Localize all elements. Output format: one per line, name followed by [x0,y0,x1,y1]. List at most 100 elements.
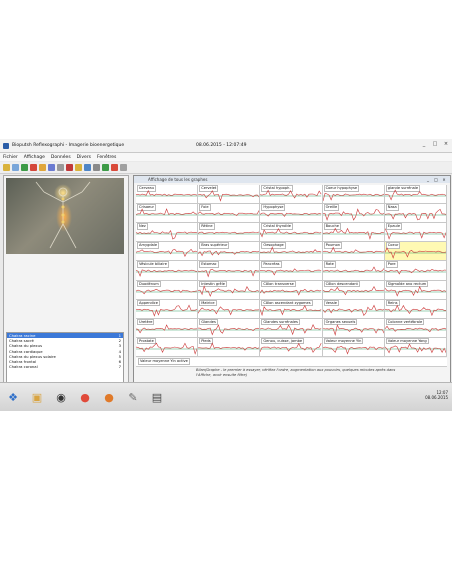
graph-cell[interactable]: Nasa [384,204,447,224]
chrome-icon[interactable]: ● [76,388,94,406]
signal-trace [260,212,322,218]
graph-cell[interactable]: Oesophage [260,242,323,262]
graph-cell[interactable]: Prostate [136,337,199,357]
graph-cell[interactable]: Cervelet [198,185,261,205]
graph-cell[interactable]: Sigmoïde ano rectum [384,280,447,300]
graph-cell[interactable]: Cristal hypoph. [260,185,323,205]
graph-cell[interactable]: Vésicule biliaire [136,261,199,281]
windows-start-icon[interactable]: ❖ [4,388,22,406]
toolbar-button-10[interactable] [84,164,91,171]
minimize-button[interactable]: _ [420,141,428,148]
signal-trace [260,246,322,254]
graph-cell[interactable]: Poumon [322,242,385,262]
graph-cell[interactable]: Crisaeur [136,204,199,224]
menu-divers[interactable]: Divers [77,155,91,160]
graphs-minimize-button[interactable]: _ [425,177,431,182]
graph-cell[interactable]: Glandes [198,318,261,338]
graph-cell[interactable]: Appendice [136,299,199,319]
signal-trace [136,269,198,278]
signal-line [198,210,260,216]
toolbar-button-6[interactable] [48,164,55,171]
graph-cell[interactable]: Bras supérieur [198,242,261,262]
graph-cell[interactable]: Coeur hypophyse [322,185,385,205]
taskbar: 12:07 08.06.2015 ❖ ▣ ◉ ● ● ✎ ▤ [0,382,452,411]
list-item[interactable]: Chakra coronal 7 [7,364,123,369]
toolbar-button-3[interactable] [21,164,28,171]
graph-cell[interactable]: glande surrénale [384,185,447,205]
graph-cell[interactable]: Hypophyse [260,204,323,224]
signal-trace [384,247,446,260]
signal-trace [198,284,260,297]
graph-cell[interactable]: Pieds [198,337,261,357]
pen-tool-icon[interactable]: ✎ [124,388,142,406]
signal-line [322,285,384,295]
graph-cell[interactable]: Organes sexuels [322,318,385,338]
toolbar-button-11[interactable] [93,164,100,171]
signal-line [384,269,446,275]
signal-trace [322,323,384,336]
firefox-icon[interactable]: ● [100,388,118,406]
toolbar-button-1[interactable] [3,164,10,171]
graph-cell[interactable]: Cerveau [136,185,199,205]
signal-trace [198,305,260,316]
toolbar-button-2[interactable] [12,164,19,171]
menu-fichier[interactable]: Fichier [3,155,18,160]
menu-donnees[interactable]: Données [51,155,71,160]
graph-cell[interactable]: Oreille [322,204,385,224]
graph-cell[interactable]: Colonne vertébrale [384,318,447,338]
toolbar-button-8[interactable] [66,164,73,171]
left-panel: Chakra racine 1 Chakra sacré 2 Chakra du ple… [3,175,129,400]
graph-cell[interactable]: Pancréas [260,261,323,281]
graph-cell[interactable]: Genou, cuisse, jambe [260,337,323,357]
graph-cell[interactable]: Coeur [384,242,447,262]
toolbar-button-7[interactable] [57,164,64,171]
eye-app-icon[interactable]: ◉ [52,388,70,406]
toolbar-button-4[interactable] [30,164,37,171]
graph-cell[interactable]: Duodénum [136,280,199,300]
explorer-icon[interactable]: ▣ [28,388,46,406]
graph-cell[interactable]: Matrice [198,299,261,319]
graph-cell[interactable]: Estomac [198,261,261,281]
graph-cell[interactable]: Intestin grêle [198,280,261,300]
toolbar-button-9[interactable] [75,164,82,171]
graph-cell[interactable]: Vessie [322,299,385,319]
notepad-icon[interactable]: ▤ [148,388,166,406]
graph-cell[interactable]: Rétine [198,223,261,243]
graph-cell[interactable]: Côlon descendant [322,280,385,300]
signal-trace [198,210,260,216]
graphs-close-button[interactable]: × [441,177,447,182]
close-button[interactable]: × [442,141,450,148]
signal-trace [198,323,260,336]
signal-line [384,208,446,221]
graph-cell[interactable]: Glandes surrénales [260,318,323,338]
graph-cell[interactable]: Côlon transverse [260,280,323,300]
graph-cell[interactable]: Valeur moyenne Yin [322,337,385,357]
graph-cell[interactable]: Reins [384,299,447,319]
signal-line [384,325,446,333]
graph-cell[interactable]: Rate [322,261,385,281]
toolbar-button-14[interactable] [120,164,127,171]
graph-cell[interactable]: Epaule [384,223,447,243]
menu-fenetres[interactable]: Fenêtres [97,155,116,160]
toolbar-button-5[interactable] [39,164,46,171]
graph-cell[interactable]: Cristal thyroïde [260,223,323,243]
signal-trace [136,189,198,197]
signal-line [384,285,446,297]
menu-affichage[interactable]: Affichage [24,155,45,160]
graph-cell[interactable]: Bouche [322,223,385,243]
signal-line [136,342,198,355]
toolbar-button-13[interactable] [111,164,118,171]
screenshot-region: Bioputsh Reflexographi - Imagerie bioene… [0,139,452,410]
graph-cell[interactable]: Foie [198,204,261,224]
maximize-button[interactable]: □ [431,141,439,148]
graphs-maximize-button[interactable]: □ [433,177,439,182]
graph-cell[interactable]: Uretère [136,318,199,338]
graph-cell[interactable]: Nez [136,223,199,243]
graph-cell[interactable]: Amygdale [136,242,199,262]
signal-trace [384,304,446,316]
graph-cell[interactable]: Côlon ascendant zygomes [260,299,323,319]
graph-cell[interactable]: Pore [384,261,447,281]
toolbar-button-12[interactable] [102,164,109,171]
graph-cell[interactable]: Valeur moyenne Yang [384,337,447,357]
signal-trace [322,266,384,273]
